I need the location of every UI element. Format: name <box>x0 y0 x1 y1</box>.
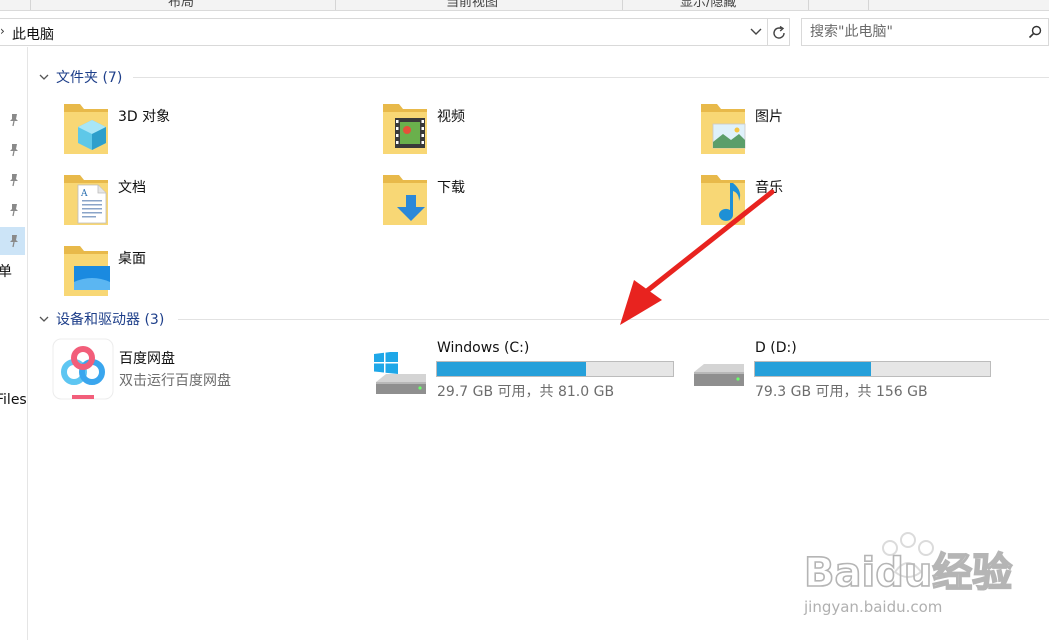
pictures-icon <box>701 104 746 154</box>
baidu-netdisk-item[interactable]: 百度网盘 双击运行百度网盘 <box>52 338 312 400</box>
refresh-button[interactable] <box>767 18 790 46</box>
refresh-icon <box>773 25 785 39</box>
ribbon-divider <box>808 0 809 10</box>
folder-label: 图片 <box>755 109 783 125</box>
ribbon-strip: 布局 当前视图 显示/隐藏 <box>0 0 1049 11</box>
ribbon-tab-layout[interactable]: 布局 <box>168 0 194 10</box>
address-path[interactable]: 此电脑 <box>12 24 54 44</box>
folder-videos[interactable]: 视频 <box>381 100 581 162</box>
folder-desktop[interactable]: 桌面 <box>62 242 262 304</box>
watermark-url: jingyan.baidu.com <box>803 598 942 616</box>
ribbon-tab-show-hide[interactable]: 显示/隐藏 <box>680 0 736 10</box>
folder-pictures[interactable]: 图片 <box>699 100 899 162</box>
baidu-netdisk-subtitle: 双击运行百度网盘 <box>119 373 231 389</box>
drive-usage-bar <box>754 361 991 377</box>
group-header-folders[interactable]: 文件夹 (7) <box>38 68 122 86</box>
navigation-pane: 单 Files <box>0 47 28 640</box>
documents-icon: A <box>64 175 108 225</box>
chevron-right-icon[interactable]: › <box>0 24 5 38</box>
drive-c[interactable]: Windows (C:) 29.7 GB 可用，共 81.0 GB <box>372 338 682 400</box>
pin-icon <box>10 235 18 248</box>
ribbon-divider <box>30 0 31 10</box>
folder-3d-objects[interactable]: 3D 对象 <box>62 100 262 162</box>
nav-item-label[interactable]: 单 <box>0 261 12 281</box>
search-icon[interactable] <box>1028 25 1042 39</box>
ribbon-tab-current-view[interactable]: 当前视图 <box>446 0 498 10</box>
drive-usage-fill <box>755 362 871 376</box>
annotation-arrow <box>620 189 775 325</box>
drive-icon <box>694 364 744 386</box>
drive-usage-fill <box>437 362 587 376</box>
folder-downloads[interactable]: 下载 <box>381 171 581 233</box>
drive-d[interactable]: D (D:) 79.3 GB 可用，共 156 GB <box>690 338 1000 400</box>
pin-icon[interactable] <box>7 203 21 217</box>
drive-capacity-text: 79.3 GB 可用，共 156 GB <box>755 384 928 400</box>
ribbon-divider <box>868 0 869 10</box>
nav-item-label[interactable]: Files <box>0 392 27 408</box>
svg-text:A: A <box>80 189 88 199</box>
chevron-down-icon[interactable] <box>38 313 50 325</box>
ribbon-divider <box>335 0 336 10</box>
desktop-icon <box>64 246 110 296</box>
windows-drive-icon <box>374 352 426 394</box>
drive-capacity-text: 29.7 GB 可用，共 81.0 GB <box>437 384 615 400</box>
drive-name: D (D:) <box>755 340 797 356</box>
search-box[interactable] <box>801 18 1049 46</box>
ribbon-divider <box>622 0 623 10</box>
drive-name: Windows (C:) <box>437 340 530 356</box>
baidu-netdisk-name: 百度网盘 <box>119 351 175 367</box>
group-header-devices[interactable]: 设备和驱动器 (3) <box>38 310 164 328</box>
group-title: 文件夹 (7) <box>56 70 123 86</box>
group-title: 设备和驱动器 (3) <box>56 312 165 328</box>
folder-label: 文档 <box>118 180 146 196</box>
pin-icon[interactable] <box>7 173 21 187</box>
baidu-netdisk-icon <box>52 338 114 400</box>
folder-documents[interactable]: A 文档 <box>62 171 262 233</box>
baidu-watermark: Baidu经验 jingyan.baidu.com <box>803 532 1013 616</box>
nav-item-selected[interactable] <box>0 227 25 255</box>
folder-label: 桌面 <box>118 251 146 267</box>
group-divider <box>133 77 1049 78</box>
folder-label: 视频 <box>437 109 465 125</box>
chevron-down-icon[interactable] <box>749 24 763 38</box>
pin-icon[interactable] <box>7 143 21 157</box>
videos-icon <box>383 104 427 154</box>
chevron-down-icon[interactable] <box>38 71 50 83</box>
3d-objects-icon <box>64 104 108 154</box>
pin-icon[interactable] <box>7 113 21 127</box>
watermark-brand: Baidu经验 <box>804 550 1012 596</box>
folder-label: 下载 <box>437 180 465 196</box>
drive-usage-bar <box>436 361 674 377</box>
address-bar[interactable]: › 此电脑 <box>0 18 768 46</box>
search-input[interactable] <box>810 23 1020 41</box>
downloads-icon <box>383 175 427 225</box>
folder-label: 3D 对象 <box>118 109 171 125</box>
